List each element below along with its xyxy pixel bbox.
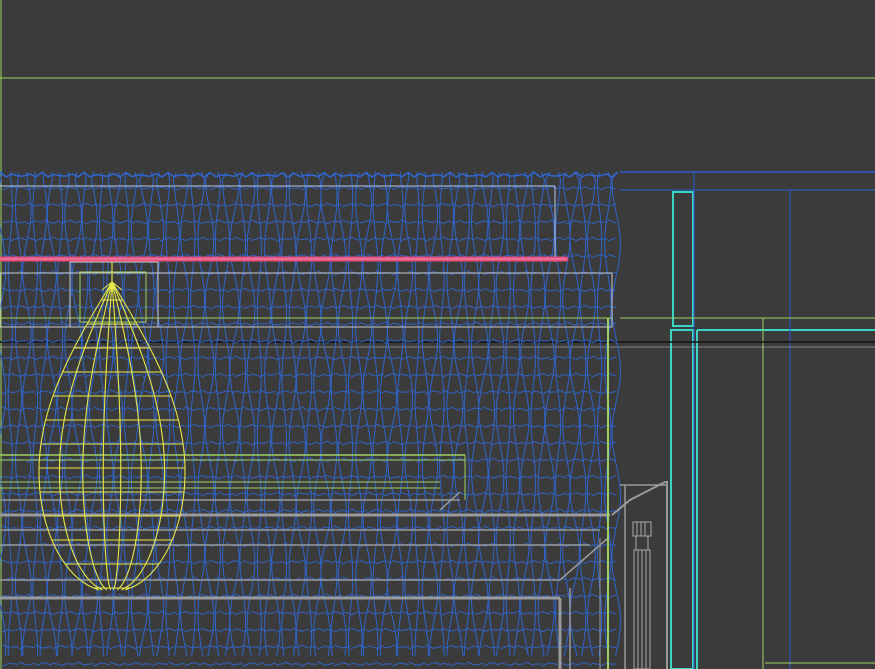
wireframe-scene[interactable] bbox=[0, 0, 875, 669]
3d-viewport[interactable] bbox=[0, 0, 875, 669]
